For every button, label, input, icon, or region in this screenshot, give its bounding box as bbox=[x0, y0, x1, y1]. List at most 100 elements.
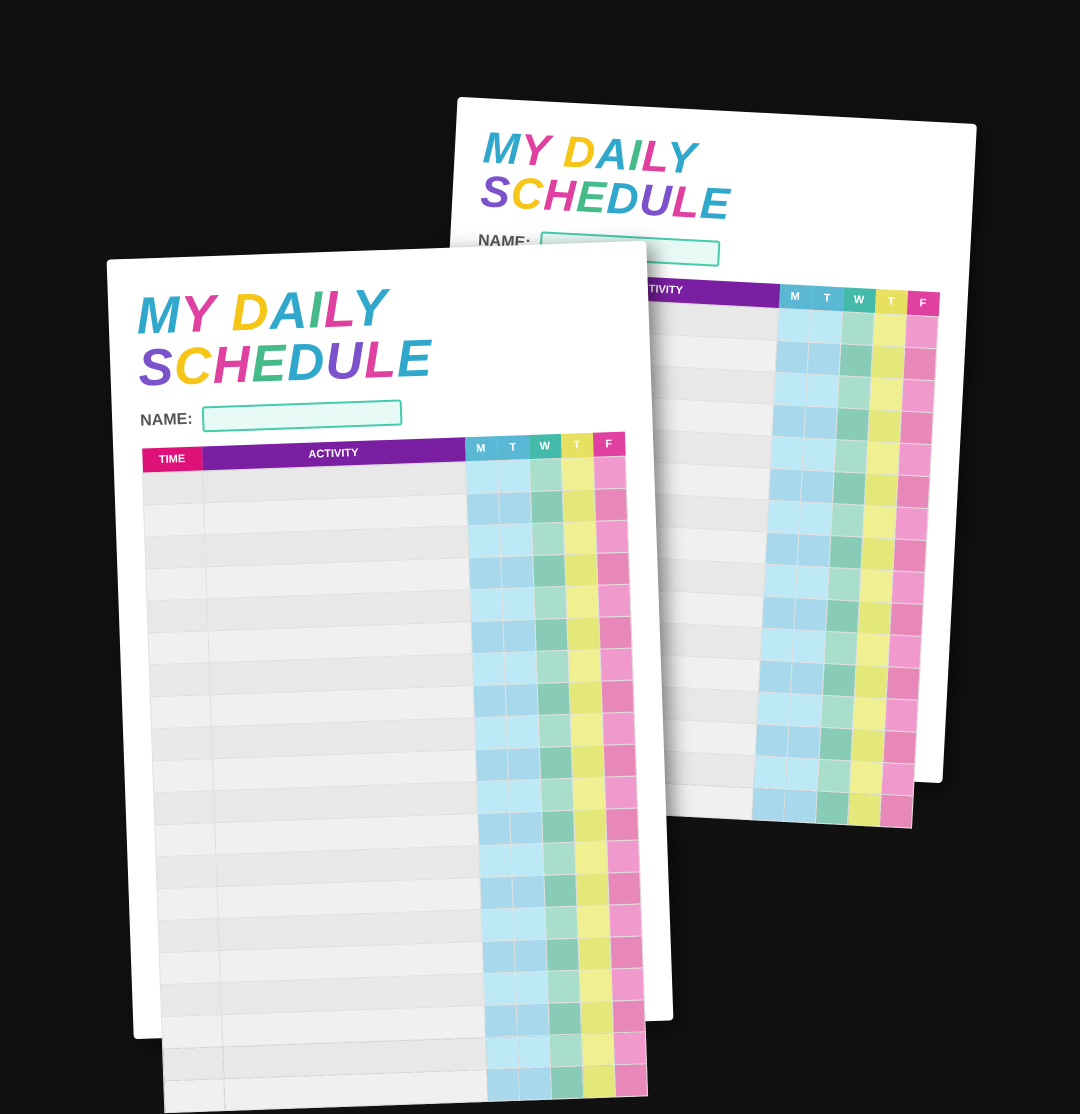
cell-t bbox=[502, 587, 535, 620]
cell-f bbox=[614, 1064, 647, 1097]
cell-w bbox=[535, 618, 568, 651]
cell-th bbox=[577, 905, 610, 938]
cell-t bbox=[517, 1035, 550, 1068]
cell-f bbox=[611, 968, 644, 1001]
cell-m bbox=[480, 876, 513, 909]
cell-m bbox=[773, 372, 807, 406]
cell-m bbox=[484, 1004, 517, 1037]
col-f-back: F bbox=[906, 291, 939, 317]
cell-f bbox=[602, 712, 635, 745]
cell-w bbox=[537, 682, 570, 715]
cell-th bbox=[858, 601, 892, 635]
cell-f bbox=[601, 680, 634, 713]
cell-th bbox=[579, 969, 612, 1002]
cell-w bbox=[536, 650, 569, 683]
cell-th bbox=[564, 521, 597, 554]
cell-w bbox=[540, 778, 573, 811]
cell-f bbox=[594, 488, 627, 521]
cell-f bbox=[880, 794, 914, 828]
cell-m bbox=[483, 972, 516, 1005]
cell-th bbox=[864, 473, 898, 507]
cell-m bbox=[770, 436, 804, 470]
cell-f bbox=[597, 552, 630, 585]
cell-t bbox=[507, 747, 540, 780]
cell-time bbox=[159, 951, 220, 985]
cell-f bbox=[891, 571, 925, 605]
cell-th bbox=[853, 697, 887, 731]
cell-m bbox=[481, 908, 514, 941]
cell-th bbox=[869, 377, 903, 411]
cell-t bbox=[504, 651, 537, 684]
cell-th bbox=[866, 441, 900, 475]
cell-f bbox=[898, 443, 932, 477]
cell-w bbox=[544, 874, 577, 907]
cell-w bbox=[545, 906, 578, 939]
cell-t bbox=[500, 523, 533, 556]
cell-t bbox=[516, 1003, 549, 1036]
cell-m bbox=[471, 621, 504, 654]
cell-th bbox=[861, 537, 895, 571]
col-th-back: T bbox=[874, 289, 907, 315]
cell-time bbox=[160, 983, 221, 1017]
col-w-front: W bbox=[528, 434, 561, 460]
cell-time bbox=[155, 823, 216, 857]
cell-w bbox=[533, 554, 566, 587]
cell-f bbox=[598, 584, 631, 617]
cell-w bbox=[839, 344, 873, 378]
cell-w bbox=[539, 746, 572, 779]
cell-t bbox=[784, 789, 818, 823]
cell-w bbox=[824, 631, 858, 665]
col-w-back: W bbox=[842, 287, 875, 313]
cell-th bbox=[859, 569, 893, 603]
cell-w bbox=[532, 522, 565, 555]
cell-w bbox=[826, 599, 860, 633]
cell-time bbox=[154, 791, 215, 825]
cell-th bbox=[851, 729, 885, 763]
cell-m bbox=[485, 1036, 518, 1069]
cell-w bbox=[538, 714, 571, 747]
cell-w bbox=[819, 727, 853, 761]
cell-th bbox=[854, 665, 888, 699]
cell-t bbox=[505, 683, 538, 716]
cell-f bbox=[883, 731, 917, 765]
cell-time bbox=[149, 663, 210, 697]
cell-f bbox=[901, 379, 935, 413]
cell-w bbox=[547, 970, 580, 1003]
cell-t bbox=[787, 726, 821, 760]
cell-th bbox=[571, 745, 604, 778]
cell-th bbox=[873, 313, 907, 347]
cell-time bbox=[158, 919, 219, 953]
cell-f bbox=[595, 520, 628, 553]
cell-m bbox=[468, 525, 501, 558]
cell-t bbox=[802, 438, 836, 472]
cell-f bbox=[600, 648, 633, 681]
cell-f bbox=[609, 904, 642, 937]
cell-f bbox=[606, 808, 639, 841]
cell-t bbox=[501, 555, 534, 588]
cell-m bbox=[478, 812, 511, 845]
title-back: MY DAILY SCHEDULE bbox=[480, 126, 948, 238]
cell-w bbox=[543, 842, 576, 875]
cell-f bbox=[607, 840, 640, 873]
cell-m bbox=[465, 461, 498, 494]
cell-w bbox=[832, 472, 866, 506]
cell-time bbox=[150, 695, 211, 729]
cell-th bbox=[575, 841, 608, 874]
name-input-front[interactable] bbox=[202, 399, 403, 432]
cell-th bbox=[572, 777, 605, 810]
cell-time bbox=[164, 1079, 225, 1113]
cell-m bbox=[758, 660, 792, 694]
cell-f bbox=[603, 744, 636, 777]
col-time-front: TIME bbox=[142, 446, 203, 473]
cell-th bbox=[562, 489, 595, 522]
cell-t bbox=[799, 502, 833, 536]
cell-m bbox=[772, 404, 806, 438]
cell-t bbox=[512, 875, 545, 908]
cell-w bbox=[841, 312, 875, 346]
cell-m bbox=[752, 788, 786, 822]
cell-t bbox=[515, 971, 548, 1004]
cell-m bbox=[753, 756, 787, 790]
cell-m bbox=[474, 716, 507, 749]
cell-m bbox=[767, 500, 801, 534]
cell-m bbox=[469, 557, 502, 590]
